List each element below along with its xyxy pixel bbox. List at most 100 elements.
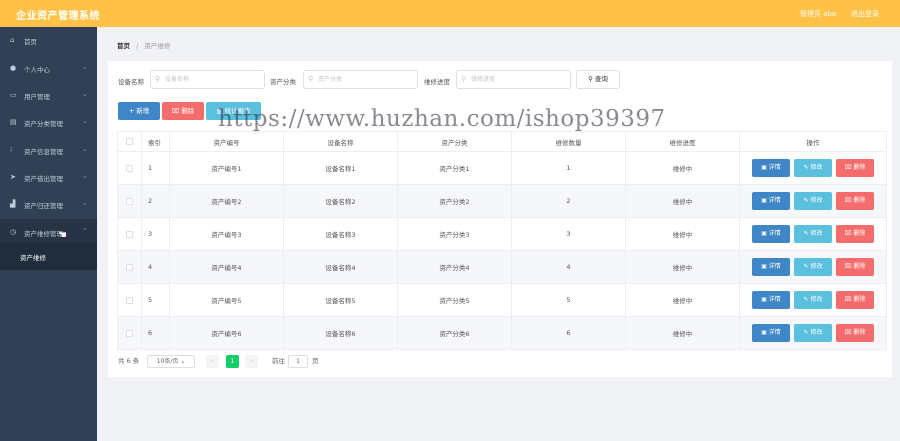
cell-actions: ▣ 详情 ✎ 修改 ⌧ 删除 <box>739 283 887 317</box>
cell-category: 资产分类5 <box>397 283 512 317</box>
edit-button[interactable]: ✎ 修改 <box>794 291 832 309</box>
row-checkbox[interactable] <box>117 250 142 284</box>
edit-label: 修改 <box>810 329 823 336</box>
detail-label: 详情 <box>768 197 781 204</box>
sidebar-subitem-label: 资产维修 <box>20 254 46 262</box>
sidebar-item-lend[interactable]: ➤ 资产借出管理 ⌄ <box>0 164 97 191</box>
delete-button[interactable]: ⌧ 删除 <box>836 291 874 309</box>
search-icon: ⚲ <box>461 75 467 83</box>
row-checkbox[interactable] <box>117 283 142 317</box>
sidebar-item-label: 资产分类管理 <box>24 120 63 128</box>
mouse-cursor-icon: ☚ <box>58 230 67 241</box>
delete-button[interactable]: ⌧ 删除 <box>836 258 874 276</box>
sidebar-item-label: 个人中心 <box>24 66 50 74</box>
edit-button[interactable]: ✎ 修改 <box>794 159 832 177</box>
device-name-input[interactable]: ⚲ 设备名称 <box>150 70 265 89</box>
row-checkbox[interactable] <box>117 151 142 185</box>
row-checkbox[interactable] <box>117 217 142 251</box>
cell-index: 3 <box>141 217 170 251</box>
sidebar-item-home[interactable]: ⌂ 首页 <box>0 27 97 54</box>
header-index: 索引 <box>141 131 170 152</box>
delete-button[interactable]: ⌧ 删除 <box>836 192 874 210</box>
breadcrumb-current: 资产维修 <box>144 42 171 50</box>
report-button[interactable]: ▥ 统计报表 <box>206 102 261 120</box>
cell-progress: 维修中 <box>625 283 740 317</box>
sidebar: ⌂ 首页 ● 个人中心 ⌄ ▭ 用户管理 ⌄ ▤ 资产分类管理 ⌄ ⁝ 资产信息… <box>0 27 97 441</box>
table-row: 3 资产编号3 设备名称3 资产分类3 3 维修中 ▣ 详情 ✎ 修改 ⌧ 删除 <box>117 217 887 251</box>
detail-button[interactable]: ▣ 详情 <box>752 159 790 177</box>
delete-label: 删除 <box>853 197 866 204</box>
progress-input[interactable]: ⚲ 维修进度 <box>456 70 571 89</box>
cell-code: 资产编号2 <box>169 184 284 218</box>
header-progress: 维修进度 <box>625 131 740 152</box>
delete-button[interactable]: ⌧ 删除 <box>836 324 874 342</box>
sidebar-item-profile[interactable]: ● 个人中心 ⌄ <box>0 55 97 82</box>
batch-delete-button[interactable]: ⌧ 删除 <box>162 102 204 120</box>
filter-progress-label: 维修进度 <box>424 78 450 86</box>
cell-category: 资产分类6 <box>397 316 512 350</box>
add-button[interactable]: + 新增 <box>118 102 160 120</box>
sidebar-item-label: 资产借出管理 <box>24 175 63 183</box>
search-icon: ⚲ <box>588 75 593 83</box>
report-button-label: 统计报表 <box>224 107 251 115</box>
delete-button[interactable]: ⌧ 删除 <box>836 159 874 177</box>
cell-actions: ▣ 详情 ✎ 修改 ⌧ 删除 <box>739 217 887 251</box>
doc-icon: ▣ <box>761 329 769 336</box>
header-code: 资产编号 <box>169 131 284 152</box>
cell-code: 资产编号6 <box>169 316 284 350</box>
goto-page-input[interactable]: 1 <box>288 355 308 368</box>
cell-quantity: 1 <box>511 151 626 185</box>
page-unit-label: 页 <box>312 357 319 365</box>
row-checkbox[interactable] <box>117 184 142 218</box>
select-all-checkbox[interactable] <box>117 131 142 152</box>
cell-category: 资产分类4 <box>397 250 512 284</box>
delete-label: 删除 <box>853 230 866 237</box>
sidebar-item-category[interactable]: ▤ 资产分类管理 ⌄ <box>0 109 97 136</box>
sidebar-item-return[interactable]: ▟ 资产归还管理 ⌄ <box>0 191 97 218</box>
breadcrumb-home[interactable]: 首页 <box>117 42 130 50</box>
prev-page-button[interactable]: ‹ <box>206 355 219 368</box>
detail-button[interactable]: ▣ 详情 <box>752 192 790 210</box>
detail-button[interactable]: ▣ 详情 <box>752 258 790 276</box>
admin-label: 管理员 abo <box>800 10 837 18</box>
breadcrumb-separator: / <box>136 42 139 50</box>
total-count: 共 6 条 <box>118 357 140 365</box>
sidebar-subitem-repair[interactable]: 资产维修 <box>0 242 97 270</box>
sidebar-item-label: 用户管理 <box>24 93 50 101</box>
cell-index: 6 <box>141 316 170 350</box>
progress-placeholder: 维修进度 <box>471 76 496 83</box>
detail-button[interactable]: ▣ 详情 <box>752 291 790 309</box>
edit-button[interactable]: ✎ 修改 <box>794 192 832 210</box>
delete-button[interactable]: ⌧ 删除 <box>836 225 874 243</box>
detail-label: 详情 <box>768 164 781 171</box>
edit-label: 修改 <box>810 164 823 171</box>
detail-button[interactable]: ▣ 详情 <box>752 324 790 342</box>
breadcrumb: 首页 / 资产维修 <box>117 40 170 50</box>
query-button[interactable]: ⚲ 查询 <box>576 70 620 89</box>
row-checkbox[interactable] <box>117 316 142 350</box>
doc-icon: ▣ <box>761 197 769 204</box>
logout-link[interactable]: 退出登录 <box>851 9 879 19</box>
cell-actions: ▣ 详情 ✎ 修改 ⌧ 删除 <box>739 250 887 284</box>
home-icon: ⌂ <box>10 36 15 44</box>
current-page[interactable]: 1 <box>226 355 239 368</box>
edit-button[interactable]: ✎ 修改 <box>794 258 832 276</box>
sidebar-item-asset-info[interactable]: ⁝ 资产信息管理 ⌄ <box>0 137 97 164</box>
edit-label: 修改 <box>810 230 823 237</box>
edit-button[interactable]: ✎ 修改 <box>794 225 832 243</box>
cell-quantity: 3 <box>511 217 626 251</box>
chevron-down-icon: ⌄ <box>82 90 88 98</box>
chevron-down-icon: ⌄ <box>82 172 88 180</box>
next-page-button[interactable]: › <box>245 355 258 368</box>
edit-button[interactable]: ✎ 修改 <box>794 324 832 342</box>
detail-button[interactable]: ▣ 详情 <box>752 225 790 243</box>
doc-icon: ▣ <box>761 263 769 270</box>
chart-icon: ▥ <box>216 107 223 115</box>
category-input[interactable]: ⚲ 资产分类 <box>303 70 418 89</box>
page-size-select[interactable]: 10条/页 ⌄ <box>147 355 195 368</box>
edit-label: 修改 <box>810 296 823 303</box>
cell-index: 5 <box>141 283 170 317</box>
filter-name-label: 设备名称 <box>118 78 144 86</box>
cell-category: 资产分类1 <box>397 151 512 185</box>
sidebar-item-users[interactable]: ▭ 用户管理 ⌄ <box>0 82 97 109</box>
